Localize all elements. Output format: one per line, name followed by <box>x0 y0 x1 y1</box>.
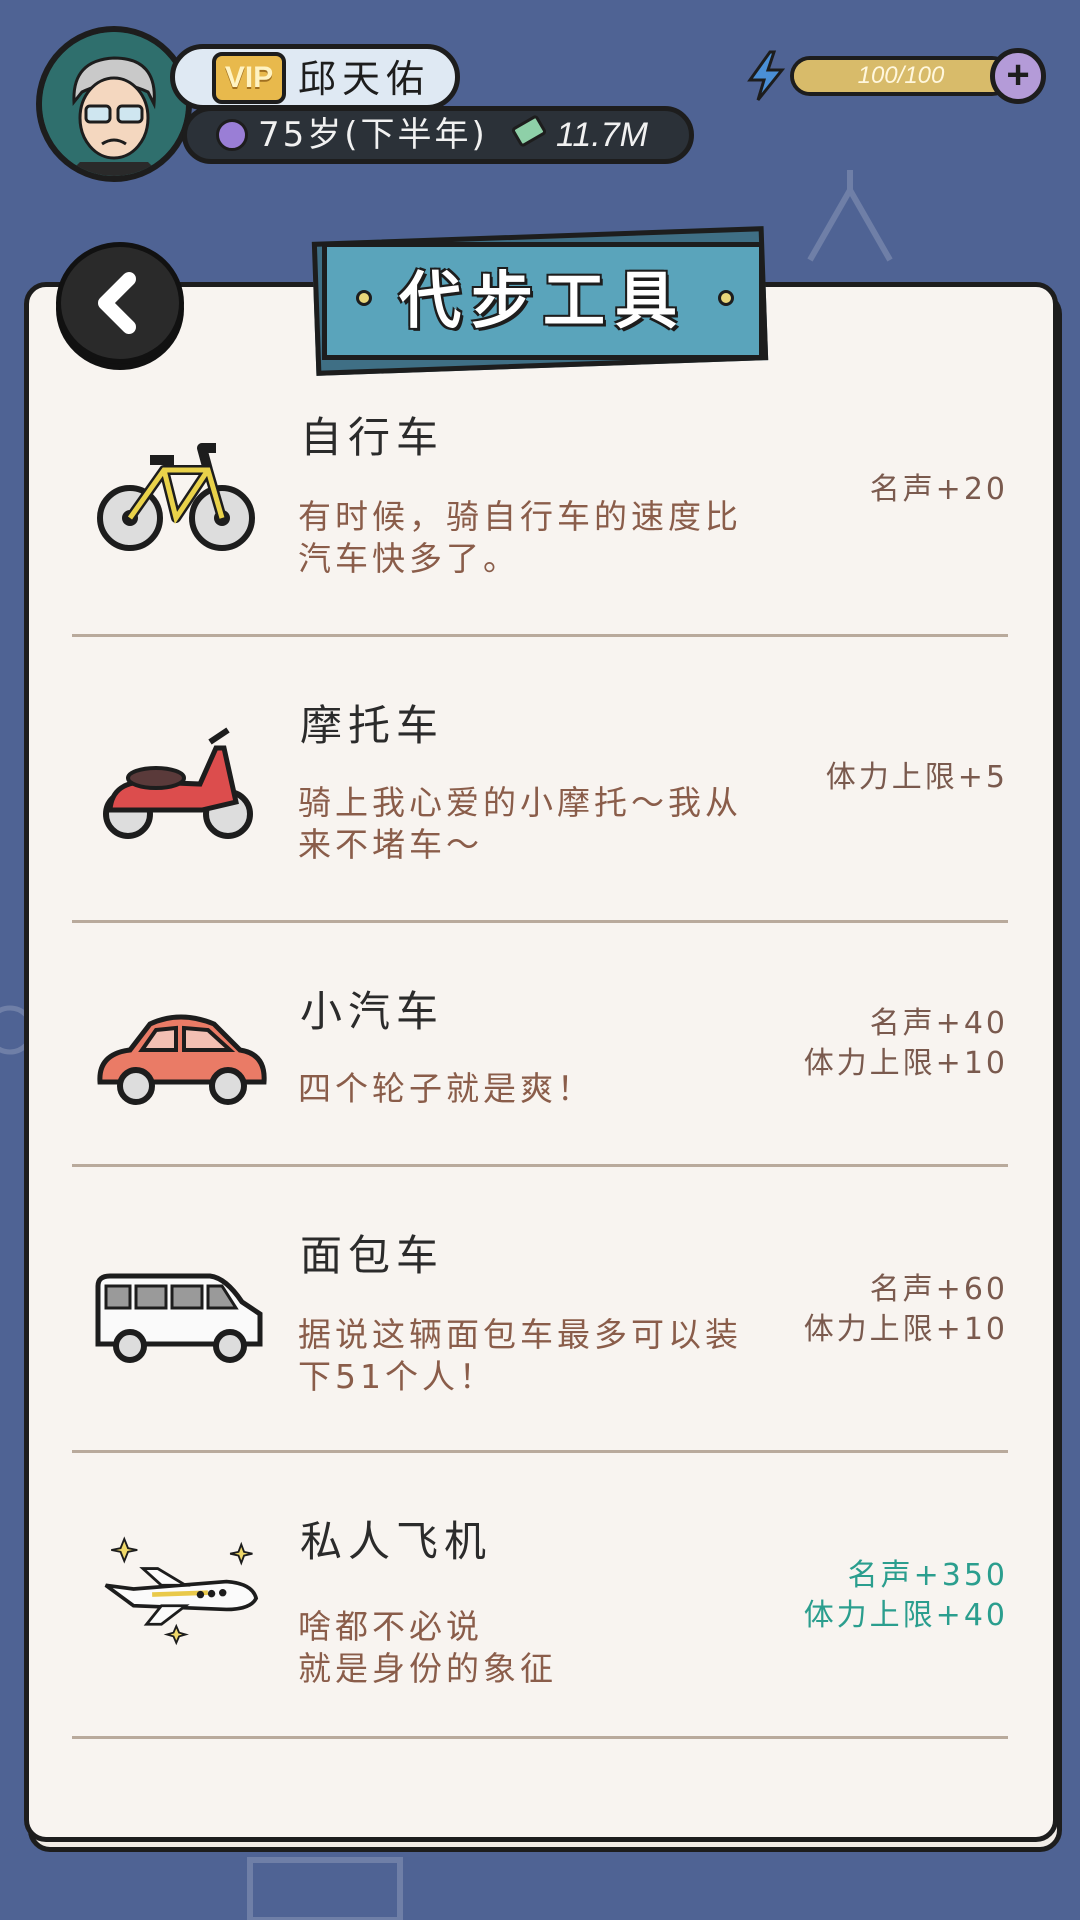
item-name: 摩托车 <box>300 701 445 750</box>
item-description-line: 有时候，骑自行车的速度比 <box>298 497 742 536</box>
clock-icon <box>216 119 248 151</box>
plus-icon: + <box>1006 53 1030 97</box>
reward-line: 体力上限+10 <box>803 1046 1008 1081</box>
item-description: 据说这辆面包车最多可以装 下51个人！ <box>298 1314 778 1398</box>
divider <box>72 1736 1008 1739</box>
item-description-line: 骑上我心爱的小摩托～我从 <box>298 783 742 822</box>
item-name: 小汽车 <box>300 987 445 1036</box>
chevron-left-icon <box>98 272 136 334</box>
player-name: 邱天佑 <box>298 57 431 101</box>
reward-line: 名声+60 <box>869 1272 1008 1307</box>
item-description: 四个轮子就是爽！ <box>298 1068 778 1110</box>
page-title: 代步工具 <box>398 264 687 337</box>
item-description-line: 四个轮子就是爽！ <box>298 1069 594 1108</box>
private-jet-icon <box>104 1536 259 1646</box>
list-item[interactable]: 自行车 有时候，骑自行车的速度比 汽车快多了。 名声+20 <box>72 390 1008 630</box>
van-icon <box>95 1273 263 1363</box>
scooter-icon <box>103 727 253 839</box>
list-item[interactable]: 私人飞机 啥都不必说 就是身份的象征 名声+350 体力上限+40 <box>72 1494 1008 1734</box>
reward-line: 名声+350 <box>847 1558 1008 1593</box>
item-description-line: 据说这辆面包车最多可以装 <box>298 1315 742 1354</box>
item-description-line: 啥都不必说 <box>298 1607 483 1646</box>
car-icon <box>97 1014 267 1105</box>
divider <box>72 1450 1008 1453</box>
item-description: 骑上我心爱的小摩托～我从 来不堵车～ <box>298 782 778 866</box>
list-item[interactable]: 小汽车 四个轮子就是爽！ 名声+40 体力上限+10 <box>72 964 1008 1164</box>
reward-line: 体力上限+5 <box>825 760 1008 795</box>
item-name: 面包车 <box>300 1231 445 1280</box>
background-doodle <box>247 1857 403 1920</box>
bicycle-icon <box>97 443 255 551</box>
old-man-avatar-icon <box>42 32 186 176</box>
cash-amount: 11.7M <box>556 116 648 154</box>
item-description: 有时候，骑自行车的速度比 汽车快多了。 <box>298 496 778 580</box>
item-name: 自行车 <box>300 413 445 462</box>
item-rewards: 名声+20 <box>870 470 1008 510</box>
avatar[interactable] <box>36 26 192 182</box>
list-item[interactable]: 面包车 据说这辆面包车最多可以装 下51个人！ 名声+60 体力上限+10 <box>72 1208 1008 1448</box>
item-description-line: 下51个人！ <box>298 1357 496 1396</box>
item-rewards: 名声+60 体力上限+10 <box>804 1270 1008 1350</box>
reward-line: 体力上限+40 <box>803 1598 1008 1633</box>
energy-text: 100/100 <box>857 62 945 89</box>
reward-line: 名声+20 <box>869 472 1008 507</box>
reward-line: 名声+40 <box>869 1006 1008 1041</box>
add-energy-button[interactable]: + <box>990 48 1046 104</box>
divider <box>72 1164 1008 1167</box>
item-description: 啥都不必说 就是身份的象征 <box>298 1606 778 1690</box>
age-text: 75岁(下半年) <box>258 115 488 155</box>
item-description-line: 来不堵车～ <box>298 825 483 864</box>
background-doodle <box>807 170 893 262</box>
item-name: 私人飞机 <box>300 1517 493 1566</box>
vip-badge[interactable]: VIP <box>212 52 286 104</box>
item-rewards: 体力上限+5 <box>826 758 1008 798</box>
back-button[interactable] <box>56 242 184 364</box>
divider <box>72 920 1008 923</box>
reward-line: 体力上限+10 <box>803 1312 1008 1347</box>
item-description-line: 汽车快多了。 <box>298 539 520 578</box>
item-rewards: 名声+350 体力上限+40 <box>804 1556 1008 1636</box>
divider <box>72 634 1008 637</box>
list-item[interactable]: 摩托车 骑上我心爱的小摩托～我从 来不堵车～ 体力上限+5 <box>72 678 1008 918</box>
item-rewards: 名声+40 体力上限+10 <box>804 1004 1008 1084</box>
item-description-line: 就是身份的象征 <box>298 1649 557 1688</box>
lightning-bolt-icon <box>747 50 786 101</box>
